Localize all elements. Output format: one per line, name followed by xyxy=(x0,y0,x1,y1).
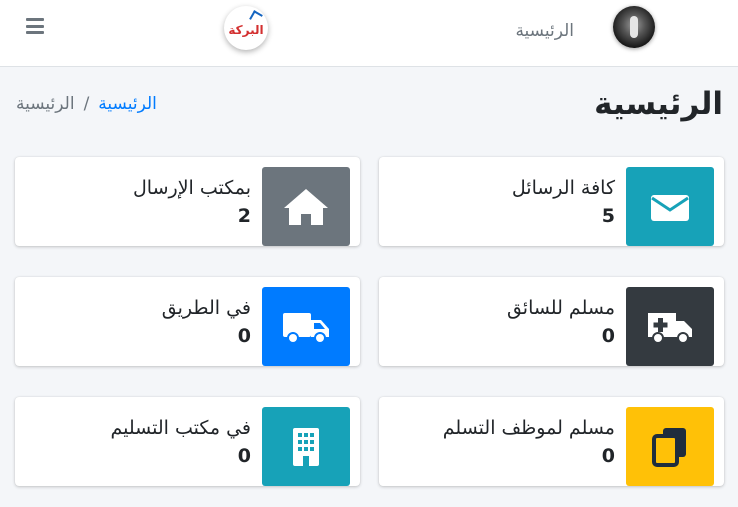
truck-icon xyxy=(283,312,329,344)
logo-plane-icon xyxy=(249,10,263,24)
info-box-count: 0 xyxy=(601,325,615,347)
info-box-icon-container xyxy=(626,407,714,486)
copy-icon xyxy=(652,427,686,467)
info-box-count: 5 xyxy=(601,205,615,227)
info-box-count: 2 xyxy=(237,205,251,227)
info-box-icon-container xyxy=(262,167,350,246)
brand-logo[interactable]: البركة xyxy=(224,6,268,50)
info-box-label: في الطريق xyxy=(161,297,251,319)
breadcrumb: الرئيسية / الرئيسية xyxy=(16,94,157,114)
menu-toggle-icon[interactable] xyxy=(26,18,44,34)
ambulance-icon xyxy=(648,312,692,344)
page-title: الرئيسية xyxy=(594,86,723,122)
info-box-at-delivery-office[interactable]: في مكتب التسليم 0 xyxy=(15,397,360,486)
info-box-label: بمكتب الإرسال xyxy=(133,177,251,199)
info-box-at-sending-office[interactable]: بمكتب الإرسال 2 xyxy=(15,157,360,246)
info-box-label: كافة الرسائل xyxy=(511,177,615,199)
logo-text: البركة xyxy=(228,23,264,37)
info-box-all-messages[interactable]: كافة الرسائل 5 xyxy=(379,157,724,246)
info-box-icon-container xyxy=(262,287,350,366)
home-icon xyxy=(284,188,328,225)
info-box-icon-container xyxy=(626,167,714,246)
top-navbar: البركة الرئيسية xyxy=(0,0,738,67)
info-box-count: 0 xyxy=(237,445,251,467)
info-box-label: مسلم لموظف التسلم xyxy=(442,417,615,439)
info-box-count: 0 xyxy=(237,325,251,347)
breadcrumb-separator: / xyxy=(83,94,90,114)
info-box-delivered-to-receiver[interactable]: مسلم لموظف التسلم 0 xyxy=(379,397,724,486)
info-box-on-the-way[interactable]: في الطريق 0 xyxy=(15,277,360,366)
info-box-icon-container xyxy=(626,287,714,366)
envelope-icon xyxy=(651,194,689,221)
info-box-count: 0 xyxy=(601,445,615,467)
user-avatar[interactable] xyxy=(613,6,655,48)
breadcrumb-current: الرئيسية xyxy=(16,94,75,114)
info-box-delivered-to-driver[interactable]: مسلم للسائق 0 xyxy=(379,277,724,366)
info-box-icon-container xyxy=(262,407,350,486)
nav-home-link[interactable]: الرئيسية xyxy=(515,21,574,41)
info-box-label: في مكتب التسليم xyxy=(110,417,251,439)
breadcrumb-home-link[interactable]: الرئيسية xyxy=(98,94,157,114)
info-box-label: مسلم للسائق xyxy=(506,297,615,319)
building-icon xyxy=(293,427,319,466)
